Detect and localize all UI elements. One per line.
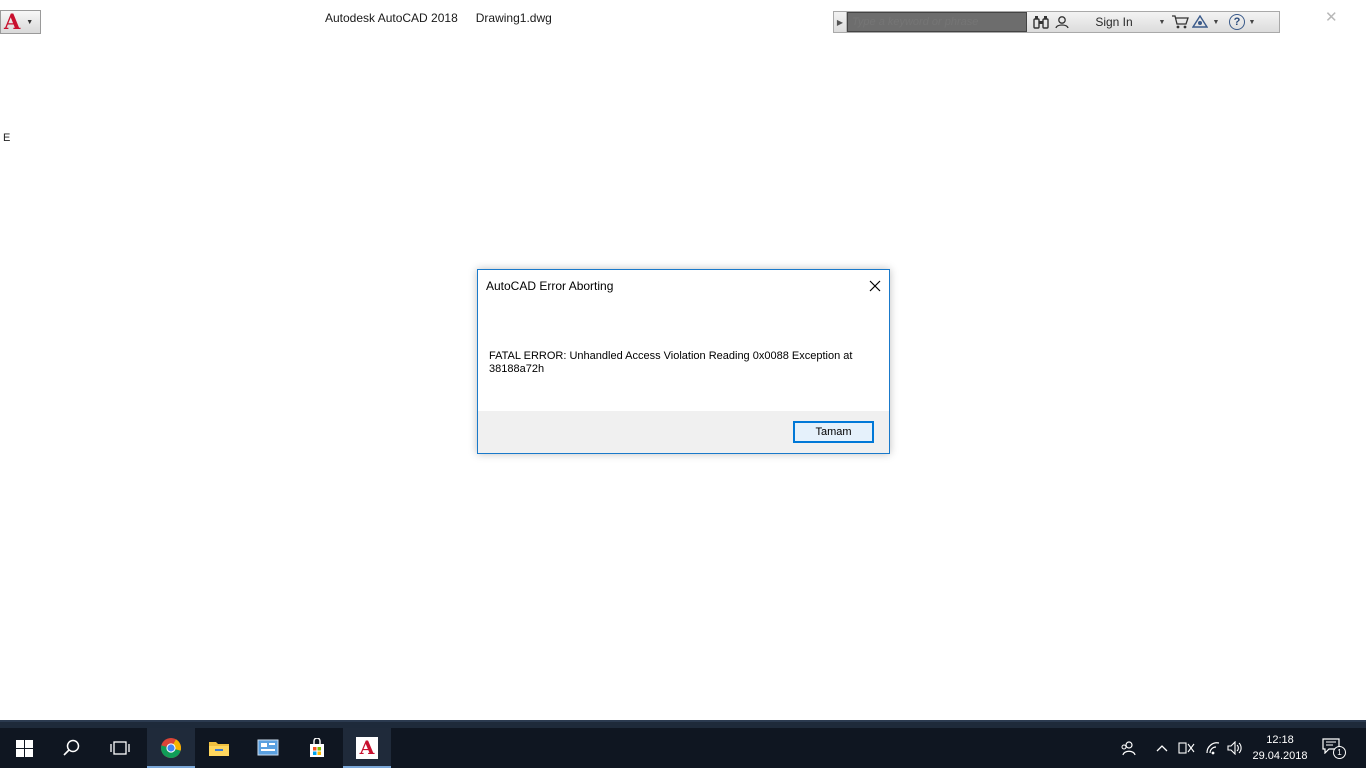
- task-view-icon: [110, 741, 130, 755]
- taskbar-file-explorer[interactable]: [195, 728, 243, 768]
- clock-time: 12:18: [1266, 734, 1294, 746]
- search-input[interactable]: [847, 12, 1027, 32]
- chevron-up-icon[interactable]: [1154, 738, 1170, 758]
- task-view-button[interactable]: [96, 728, 144, 768]
- dialog-title: AutoCAD Error Aborting: [486, 279, 614, 293]
- dialog-close-button[interactable]: [861, 273, 889, 299]
- action-center-button[interactable]: 1: [1322, 738, 1346, 759]
- autocad-taskbar-icon: A: [356, 737, 378, 759]
- document-name: Drawing1.dwg: [475, 11, 552, 25]
- autodesk-a360-icon[interactable]: [1191, 12, 1209, 32]
- taskbar-chrome[interactable]: [147, 728, 195, 768]
- cart-icon[interactable]: [1169, 12, 1191, 32]
- start-button[interactable]: [0, 728, 48, 768]
- chevron-down-icon: ▼: [26, 18, 34, 26]
- taskbar-control-panel[interactable]: [244, 728, 292, 768]
- side-letter: E: [3, 132, 11, 144]
- ok-button[interactable]: Tamam: [793, 421, 874, 443]
- help-icon[interactable]: ?: [1229, 14, 1245, 30]
- chrome-icon: [160, 738, 182, 759]
- application-menu-button[interactable]: A ▼: [0, 10, 41, 34]
- infocenter-toolbar: ▶ Sign In ▼ ▼ ? ▼: [833, 11, 1280, 33]
- taskbar-clock[interactable]: 12:18 29.04.2018: [1244, 732, 1316, 764]
- close-icon: [869, 280, 881, 292]
- user-icon[interactable]: [1053, 12, 1071, 32]
- search-icon: [63, 739, 80, 756]
- control-panel-icon: [257, 739, 279, 756]
- autocad-logo-icon: A: [4, 9, 21, 34]
- window-close-icon[interactable]: ✕: [1325, 8, 1338, 26]
- taskbar-autocad[interactable]: A: [343, 728, 391, 768]
- binoculars-search-icon[interactable]: [1029, 12, 1053, 32]
- autocad-logo-icon: A: [359, 737, 375, 759]
- taskbar-store[interactable]: [293, 728, 341, 768]
- sign-in-button[interactable]: Sign In: [1073, 12, 1155, 32]
- input-language-icon[interactable]: [1177, 738, 1197, 758]
- error-message: FATAL ERROR: Unhandled Access Violation …: [489, 350, 879, 376]
- notification-count-badge: 1: [1333, 746, 1346, 759]
- folder-icon: [209, 742, 229, 756]
- store-icon: [310, 738, 324, 757]
- window-title: Autodesk AutoCAD 2018 Drawing1.dwg: [325, 11, 552, 25]
- expand-arrow-icon[interactable]: ▶: [834, 12, 847, 32]
- chevron-down-icon[interactable]: ▼: [1209, 12, 1223, 32]
- error-dialog: AutoCAD Error Aborting FATAL ERROR: Unha…: [477, 269, 890, 454]
- error-message-line: FATAL ERROR: Unhandled Access Violation …: [489, 350, 853, 362]
- taskbar: A 12:18 29.04.2018 1: [0, 728, 1366, 768]
- windows-logo-icon: [15, 739, 33, 757]
- people-icon[interactable]: [1118, 738, 1138, 758]
- app-title: Autodesk AutoCAD 2018: [325, 11, 458, 25]
- dialog-footer: Tamam: [478, 411, 889, 453]
- chevron-down-icon[interactable]: ▼: [1155, 12, 1169, 32]
- chevron-down-icon[interactable]: ▼: [1245, 12, 1259, 32]
- wifi-icon[interactable]: [1203, 738, 1223, 758]
- error-message-line: 38188a72h: [489, 363, 545, 375]
- volume-icon[interactable]: [1225, 738, 1245, 758]
- clock-date: 29.04.2018: [1252, 750, 1308, 762]
- search-button[interactable]: [48, 728, 96, 768]
